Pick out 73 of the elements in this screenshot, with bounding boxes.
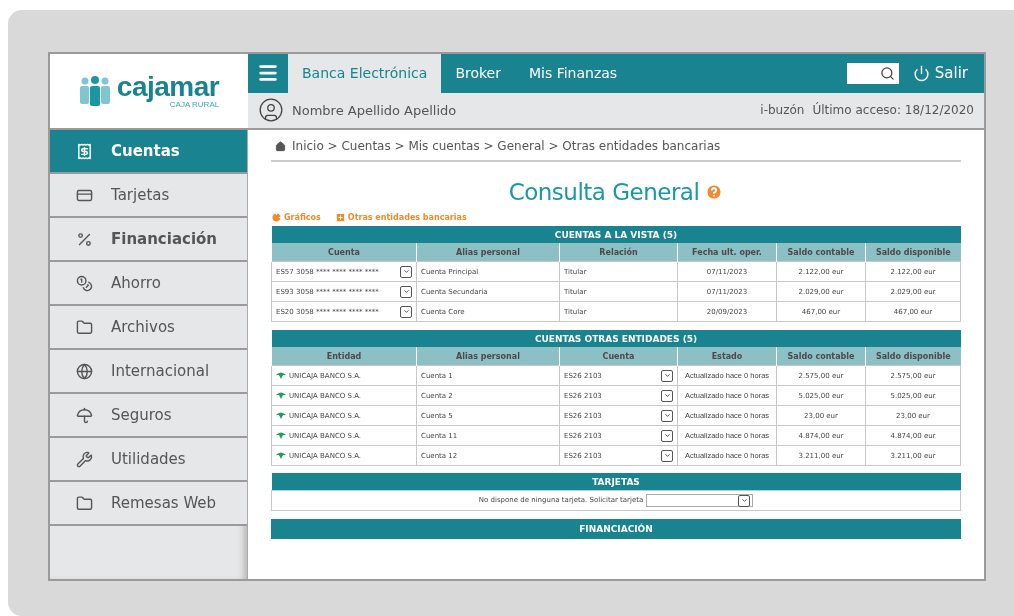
bank-logo-icon: [276, 432, 286, 439]
column-header: Alias personal: [416, 347, 560, 366]
search-icon: [879, 65, 895, 81]
sidebar-item[interactable]: Internacional: [50, 350, 247, 394]
dropdown-button[interactable]: [661, 409, 673, 422]
logo-name: cajamar: [116, 73, 220, 100]
sidebar-item[interactable]: Utilidades: [50, 438, 247, 482]
caret-icon: [663, 412, 671, 419]
nav-tab[interactable]: Banca Electrónica: [288, 54, 442, 93]
document-icon: [76, 142, 93, 160]
mailbox-link[interactable]: i-buzón: [760, 103, 805, 118]
bank-logo-icon: [276, 392, 286, 399]
caret-icon: [402, 308, 410, 315]
folder-icon: [76, 318, 93, 336]
sidebar-item[interactable]: Ahorro: [50, 262, 247, 306]
section-header: FINANCIACIÓN: [271, 519, 961, 539]
section-header: CUENTAS OTRAS ENTIDADES (5): [271, 330, 961, 347]
sidebar-item[interactable]: Cuentas: [50, 130, 247, 174]
column-header: Cuenta: [271, 243, 417, 262]
sidebar-item[interactable]: Remesas Web: [50, 482, 247, 526]
caret-icon: [663, 452, 671, 459]
column-header: Saldo disponible: [865, 243, 961, 262]
search-field[interactable]: [846, 62, 899, 84]
power-icon: [912, 64, 930, 82]
column-header: Cuenta: [559, 347, 678, 366]
percent-icon: [76, 230, 93, 248]
folder-icon: [76, 494, 93, 512]
column-header: Saldo contable: [776, 243, 866, 262]
caret-icon: [740, 497, 748, 504]
bank-logo-icon: [276, 372, 286, 379]
dropdown-button[interactable]: [661, 429, 673, 442]
column-header: Estado: [677, 347, 777, 366]
caret-icon: [663, 432, 671, 439]
page-title: Consulta General: [508, 179, 700, 205]
column-header: Entidad: [271, 347, 417, 366]
breadcrumb: Inicio > Cuentas > Mis cuentas > General > Otras entidades bancarias: [292, 139, 721, 153]
section-header: TARJETAS: [271, 473, 961, 491]
logo-tagline: CAJA RURAL: [169, 99, 220, 109]
dropdown-button[interactable]: [661, 369, 673, 382]
column-header: Relación: [559, 243, 678, 262]
caret-icon: [402, 268, 410, 275]
bank-logo-icon: [276, 452, 286, 459]
coins-icon: [76, 274, 93, 292]
sidebar-item[interactable]: Financiación: [50, 218, 247, 262]
dropdown-button[interactable]: [738, 494, 751, 507]
user-avatar-icon: [258, 97, 284, 124]
dropdown-button[interactable]: [661, 389, 673, 402]
section-header: CUENTAS A LA VISTA (5): [271, 226, 961, 243]
pie-chart-icon: [271, 211, 282, 223]
plus-icon: [334, 211, 346, 223]
dropdown-button[interactable]: [400, 305, 412, 318]
bank-logo-icon: [276, 412, 286, 419]
dropdown-button[interactable]: [400, 265, 412, 278]
caret-icon: [663, 372, 671, 379]
caret-icon: [663, 392, 671, 399]
umbrella-icon: [76, 406, 93, 424]
column-header: Fecha ult. oper.: [677, 243, 777, 262]
dropdown-button[interactable]: [661, 449, 673, 462]
card-request-select[interactable]: [646, 494, 754, 507]
column-header: Alias personal: [416, 243, 560, 262]
globe-icon: [76, 362, 93, 380]
sidebar-item[interactable]: Archivos: [50, 306, 247, 350]
dropdown-button[interactable]: [400, 285, 412, 298]
home-icon: [275, 140, 286, 152]
last-access: Último acceso: 18/12/2020: [812, 103, 974, 118]
column-header: Saldo contable: [776, 347, 866, 366]
user-name: Nombre Apellido Apellido: [292, 102, 457, 118]
caret-icon: [402, 288, 410, 295]
sidebar-item[interactable]: Seguros: [50, 394, 247, 438]
wrench-icon: [76, 450, 93, 468]
people-logo-icon: [78, 76, 111, 106]
column-header: Saldo disponible: [865, 347, 961, 366]
sidebar-item[interactable]: Tarjetas: [50, 174, 247, 218]
